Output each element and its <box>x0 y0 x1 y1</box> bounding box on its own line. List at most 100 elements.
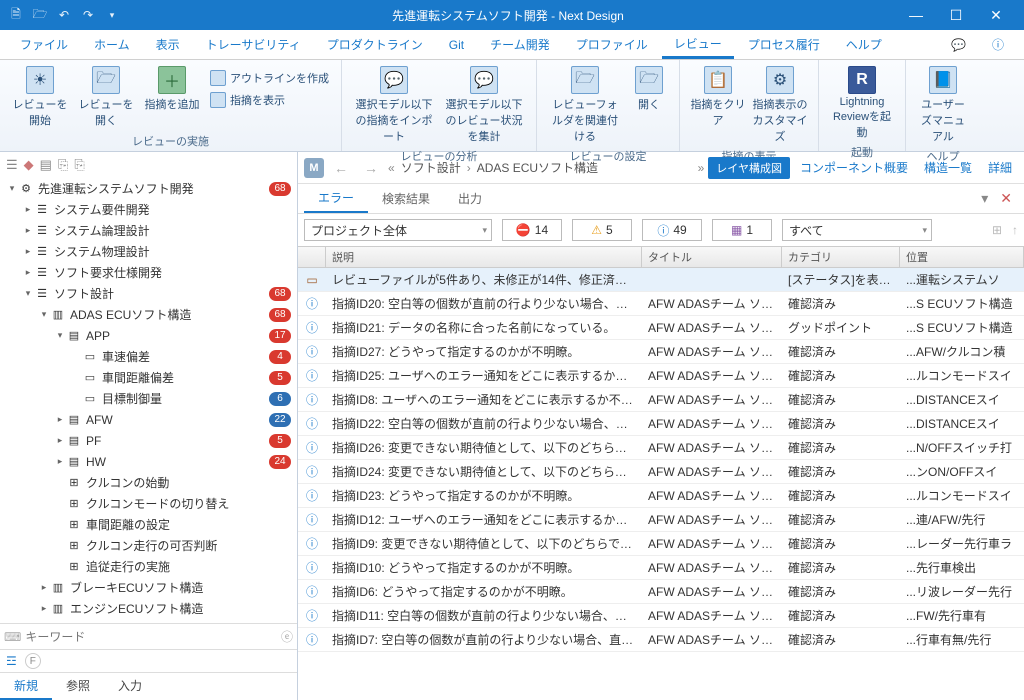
tab-output[interactable]: 出力 <box>444 184 496 213</box>
results-grid[interactable]: ▭レビューファイルが5件あり、未修正が14件、修正済みが5件、確認...[ステー… <box>298 268 1024 700</box>
menu-item[interactable]: レビュー <box>662 30 734 59</box>
grid-row[interactable]: ⓘ指摘ID10: どうやって指定するのかが不明瞭。AFW ADASチーム ソフト… <box>298 556 1024 580</box>
bottom-tab[interactable]: 参照 <box>52 673 104 700</box>
tree-node[interactable]: ▭車速偏差4 <box>0 346 297 367</box>
open-review-button[interactable]: 🗁レビューを開く <box>74 64 138 130</box>
project-tree[interactable]: ▾⚙先進運転システムソフト開発68▸☰システム要件開発▸☰システム論理設計▸☰シ… <box>0 178 297 623</box>
grid-row[interactable]: ⓘ指摘ID23: どうやって指定するのかが不明瞭。AFW ADASチーム ソフト… <box>298 484 1024 508</box>
tree-node[interactable]: ▾▥ADAS ECUソフト構造68 <box>0 304 297 325</box>
error-count[interactable]: ⛔14 <box>502 219 562 241</box>
grid-row[interactable]: ⓘ指摘ID9: 変更できない期待値として、以下のどちらであるかが不...AFW … <box>298 532 1024 556</box>
col-description[interactable]: 説明 <box>326 247 642 267</box>
grid-row[interactable]: ⓘ指摘ID27: どうやって指定するのかが不明瞭。AFW ADASチーム ソフト… <box>298 340 1024 364</box>
panel-close-icon[interactable]: ✕ <box>994 190 1018 207</box>
nav-forward-icon[interactable]: → <box>358 160 384 176</box>
breadcrumb-more-icon[interactable]: « <box>388 161 395 175</box>
expand-icon[interactable]: ▾ <box>22 288 34 299</box>
launch-lightning-review-button[interactable]: RLightning Reviewを起動 <box>827 64 897 142</box>
filter-icon[interactable]: ☲ <box>6 654 17 668</box>
customize-findings-button[interactable]: ⚙指摘表示のカスタマイズ <box>750 64 810 146</box>
grid-row[interactable]: ⓘ指摘ID26: 変更できない期待値として、以下のどちらであるかが...AFW … <box>298 436 1024 460</box>
info-count[interactable]: ⓘ49 <box>642 219 702 241</box>
menu-item[interactable]: プロファイル <box>564 30 660 59</box>
tree-node[interactable]: ⊞追従走行の実施 <box>0 556 297 577</box>
expand-icon[interactable]: ▸ <box>22 204 34 215</box>
search-input[interactable] <box>25 630 277 644</box>
open-folder-button[interactable]: 🗁開く <box>627 64 671 114</box>
grid-row[interactable]: ⓘ指摘ID21: データの名称に合った名前になっている。AFW ADASチーム … <box>298 316 1024 340</box>
warning-count[interactable]: ⚠5 <box>572 219 632 241</box>
expand-icon[interactable]: ▸ <box>38 582 50 593</box>
expand-icon[interactable]: ▸ <box>38 603 50 614</box>
create-outline-button[interactable]: アウトラインを作成 <box>206 68 333 88</box>
menu-item[interactable]: プロセス履行 <box>736 30 832 59</box>
close-button[interactable]: ✕ <box>976 0 1016 30</box>
tree-node[interactable]: ▸☰ソフト要求仕様開発 <box>0 262 297 283</box>
grid-row[interactable]: ⓘ指摘ID20: 空白等の個数が直前の行より少ない場合、直前行...AFW AD… <box>298 292 1024 316</box>
tree-tool-icon[interactable]: ⎘ <box>58 157 68 173</box>
import-findings-button[interactable]: 💬選択モデル以下の指摘をインポート <box>350 64 438 146</box>
tree-node[interactable]: ▾▤APP17 <box>0 325 297 346</box>
tree-tool-icon[interactable]: ☰ <box>6 157 18 173</box>
col-location[interactable]: 位置 <box>900 247 1024 267</box>
add-finding-button[interactable]: ＋指摘を追加 <box>140 64 204 114</box>
menu-item[interactable]: ファイル <box>8 30 80 59</box>
search-option-icon[interactable]: ⓔ <box>281 628 293 645</box>
menu-item[interactable]: プロダクトライン <box>315 30 435 59</box>
tree-tool-icon[interactable]: ⎘ <box>74 157 84 173</box>
grid-row[interactable]: ⓘ指摘ID6: どうやって指定するのかが不明瞭。AFW ADASチーム ソフト設… <box>298 580 1024 604</box>
expand-icon[interactable]: ▸ <box>54 414 66 425</box>
scope-dropdown[interactable]: プロジェクト全体 <box>304 219 492 241</box>
nav-back-icon[interactable]: ← <box>328 160 354 176</box>
menu-item[interactable]: チーム開発 <box>478 30 562 59</box>
other-count[interactable]: ▦1 <box>712 219 772 241</box>
qat-dropdown-icon[interactable]: ▾ <box>104 7 120 23</box>
tree-node[interactable]: ▾☰ソフト設計68 <box>0 283 297 304</box>
tree-tool-icon[interactable]: ◆ <box>24 157 34 173</box>
menu-item[interactable]: 表示 <box>144 30 192 59</box>
tree-tool-icon[interactable]: ▤ <box>40 157 52 173</box>
tree-node[interactable]: ▸☰システム要件開発 <box>0 199 297 220</box>
tab-errors[interactable]: エラー <box>304 184 368 213</box>
grid-row[interactable]: ⓘ指摘ID22: 空白等の個数が直前の行より少ない場合、直前行の...AFW A… <box>298 412 1024 436</box>
clear-findings-button[interactable]: 📋指摘をクリア <box>688 64 748 130</box>
tree-node[interactable]: ▸▥ブレーキECUソフト構造 <box>0 577 297 598</box>
minimize-button[interactable]: — <box>896 0 936 30</box>
menu-item[interactable]: トレーサビリティ <box>194 30 313 59</box>
grid-row[interactable]: ⓘ指摘ID11: 空白等の個数が直前の行より少ない場合、直前行の...AFW A… <box>298 604 1024 628</box>
tree-node[interactable]: ⊞クルコンの始動 <box>0 472 297 493</box>
expand-icon[interactable]: ▾ <box>38 309 50 320</box>
tree-node[interactable]: ⊞クルコンモードの切り替え <box>0 493 297 514</box>
panel-dropdown-icon[interactable]: ▾ <box>975 190 994 207</box>
grid-tool-icon[interactable]: ⊞ <box>992 223 1002 237</box>
qat-undo-icon[interactable]: ↶ <box>56 7 72 23</box>
grid-tool-icon[interactable]: ↑ <box>1012 223 1018 237</box>
breadcrumb-item[interactable]: ソフト設計 <box>401 159 461 176</box>
view-link[interactable]: 詳細 <box>982 159 1018 176</box>
aggregate-review-button[interactable]: 💬選択モデル以下のレビュー状況を集計 <box>440 64 528 146</box>
model-badge[interactable]: M <box>304 158 324 178</box>
menu-item[interactable]: ホーム <box>82 30 142 59</box>
grid-row[interactable]: ⓘ指摘ID8: ユーザへのエラー通知をどこに表示するか不明瞭。メイ...AFW … <box>298 388 1024 412</box>
start-review-button[interactable]: ☀レビューを開始 <box>8 64 72 130</box>
tree-node[interactable]: ▸☰システム物理設計 <box>0 241 297 262</box>
link-review-folder-button[interactable]: 🗁レビューフォルダを関連付ける <box>545 64 625 146</box>
menu-item[interactable]: Git <box>437 30 476 59</box>
show-findings-button[interactable]: 指摘を表示 <box>206 90 333 110</box>
expand-icon[interactable]: ▸ <box>54 435 66 446</box>
tree-node[interactable]: ▸☰システム論理設計 <box>0 220 297 241</box>
bottom-tab[interactable]: 入力 <box>104 673 156 700</box>
menu-item[interactable]: ヘルプ <box>834 30 894 59</box>
col-title[interactable]: タイトル <box>642 247 782 267</box>
tree-node[interactable]: ▸▤HW24 <box>0 451 297 472</box>
view-tag[interactable]: レイヤ構成図 <box>708 157 790 179</box>
menu-extra-icon[interactable]: 💬 <box>939 30 978 59</box>
expand-icon[interactable]: ▾ <box>54 330 66 341</box>
expand-icon[interactable]: ▸ <box>22 225 34 236</box>
tree-node[interactable]: ⊞クルコン走行の可否判断 <box>0 535 297 556</box>
tree-node[interactable]: ▭目標制御量6 <box>0 388 297 409</box>
grid-row[interactable]: ⓘ指摘ID24: 変更できない期待値として、以下のどちらであるかが...AFW … <box>298 460 1024 484</box>
tree-node[interactable]: ▾⚙先進運転システムソフト開発68 <box>0 178 297 199</box>
qat-save-icon[interactable]: 🗎 <box>8 7 24 23</box>
view-link[interactable]: コンポーネント概要 <box>794 159 914 176</box>
